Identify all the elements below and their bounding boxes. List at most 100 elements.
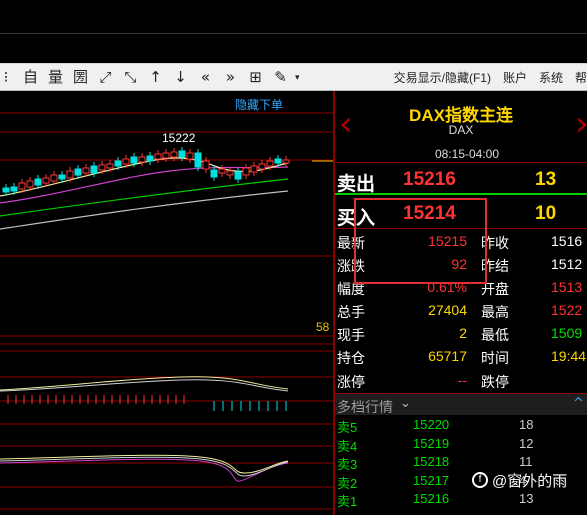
quote-header: ‹ DAX指数主连 DAX 08:15-04:00 › — [335, 91, 587, 163]
depth-title: 多档行情 — [337, 399, 393, 415]
stat-label: 总手 — [337, 304, 365, 321]
axis-level-label: 58 — [316, 320, 330, 334]
draw-dropdown-icon[interactable]: ▾ — [295, 72, 307, 83]
stat-value: 1512 — [551, 256, 583, 273]
candle-body — [258, 163, 266, 170]
candle-body — [122, 158, 130, 165]
stat-label: 跌停 — [481, 373, 509, 390]
menu-system[interactable]: 系统 — [539, 69, 563, 86]
candle-body — [138, 156, 146, 163]
layout-icon[interactable]: ⊞ — [245, 67, 266, 88]
collapse-icon[interactable]: ^ — [573, 396, 584, 411]
candle-body — [178, 150, 186, 158]
grid-tool-icon[interactable]: ⁝ — [0, 67, 12, 88]
zoom-in-icon[interactable]: ⤡ — [120, 67, 141, 88]
depth-volume: 18 — [519, 417, 534, 432]
stat-label: 最高 — [481, 304, 509, 321]
depth-label: 卖3 — [337, 457, 358, 473]
depth-label: 卖4 — [337, 438, 358, 454]
indicator-line — [0, 454, 289, 474]
candle-body — [34, 178, 42, 186]
arrow-down-icon[interactable]: ↓ — [170, 67, 191, 88]
stat-row: 现手 2 最低 1509 — [335, 323, 587, 346]
next-contract-icon[interactable]: › — [575, 107, 587, 141]
ask-label: 卖出 — [337, 174, 376, 195]
ask-row[interactable]: 卖出 15216 13 — [335, 165, 587, 195]
depth-price: 15220 — [413, 417, 450, 432]
stat-value: 27404 — [428, 302, 467, 319]
depth-label: 卖2 — [337, 475, 358, 491]
depth-price: 15219 — [413, 435, 450, 451]
depth-label: 卖5 — [337, 420, 358, 435]
depth-header[interactable]: 多档行情 ⌄ ^ — [335, 393, 587, 415]
candle-body — [82, 167, 90, 174]
arrow-up-icon[interactable]: ↑ — [145, 67, 166, 88]
watermark: f @窗外的雨 — [472, 468, 567, 492]
candle-body — [250, 165, 258, 173]
title-area — [0, 0, 587, 34]
trading-hours: 08:15-04:00 — [434, 147, 500, 161]
volume-icon[interactable]: 量 — [45, 67, 66, 88]
depth-row[interactable]: 卖5 15220 18 — [335, 416, 587, 435]
candle-body — [66, 170, 74, 179]
menu-trade-toggle[interactable]: 交易显示/隐藏(F1) — [394, 69, 491, 86]
stat-label: 时间 — [481, 350, 509, 367]
chevron-down-icon[interactable]: ⌄ — [400, 396, 411, 411]
candle-body — [130, 156, 138, 164]
menu-help[interactable]: 帮 — [575, 69, 587, 86]
depth-list: 卖5 15220 18 卖4 15219 12 卖3 15218 11 卖2 1… — [335, 416, 587, 509]
depth-row[interactable]: 卖1 15216 13 — [335, 490, 587, 509]
toolbar-menu: 交易显示/隐藏(F1) 账户 系统 帮 — [382, 64, 587, 91]
candle-body — [194, 152, 202, 168]
candle-body — [50, 174, 58, 182]
ask-price[interactable]: 15216 — [403, 169, 456, 191]
stat-row: 涨停 -- 跌停 — [335, 370, 587, 393]
high-price-label: 15222 — [162, 131, 196, 145]
stat-value: 1513 — [551, 279, 583, 296]
stat-value: 1522 — [551, 302, 583, 319]
stat-value: 1516 — [551, 233, 583, 249]
stat-value: -- — [457, 371, 467, 388]
depth-volume: 13 — [519, 491, 534, 507]
indicator-icon[interactable]: 圐 — [70, 67, 91, 88]
candle-body — [90, 165, 98, 174]
candle-body — [98, 164, 106, 171]
candle-body — [266, 160, 274, 167]
moving-average-line — [0, 157, 289, 197]
candle-body — [186, 152, 194, 160]
page-left-icon[interactable]: « — [195, 67, 216, 88]
auto-icon[interactable]: 自 — [20, 67, 41, 88]
page-right-icon[interactable]: » — [220, 67, 241, 88]
watermark-text: @窗外的雨 — [492, 472, 568, 490]
stat-value: 2 — [459, 325, 467, 342]
stat-label: 现手 — [337, 327, 365, 344]
hide-orders-link[interactable]: 隐藏下单 — [235, 96, 283, 113]
stat-row: 总手 27404 最高 1522 — [335, 300, 587, 323]
draw-icon[interactable]: ✎ — [270, 67, 291, 88]
candle-body — [10, 186, 18, 192]
candle-body — [42, 177, 50, 184]
candle-body — [18, 182, 26, 190]
trading-window: ⁝ 自 量 圐 ⤢ ⤡ ↑ ↓ « » ⊞ ✎ ▾ 交易显示/隐藏(F1) 账户… — [0, 0, 587, 515]
stat-value: 1509 — [551, 325, 583, 342]
stat-label: 最低 — [481, 327, 509, 344]
bid-volume: 10 — [535, 203, 557, 224]
depth-row[interactable]: 卖4 15219 12 — [335, 435, 587, 454]
quote-panel: ‹ DAX指数主连 DAX 08:15-04:00 › 卖出 15216 13 … — [335, 91, 587, 515]
candle-body — [154, 153, 162, 160]
candle-body — [242, 167, 250, 176]
kline-chart[interactable] — [0, 91, 333, 515]
highlight-annotation-box — [354, 198, 487, 284]
zoom-out-icon[interactable]: ⤢ — [95, 67, 116, 88]
candle-body — [218, 168, 226, 174]
depth-price: 15217 — [413, 472, 450, 488]
depth-label: 卖1 — [337, 494, 358, 510]
contract-code: DAX — [448, 123, 474, 137]
stat-label: 持仓 — [337, 350, 365, 367]
candle-body — [146, 155, 154, 162]
toolbar: ⁝ 自 量 圐 ⤢ ⤡ ↑ ↓ « » ⊞ ✎ ▾ 交易显示/隐藏(F1) 账户… — [0, 63, 587, 91]
candle-body — [2, 187, 10, 193]
menu-account[interactable]: 账户 — [503, 69, 527, 86]
depth-price: 15216 — [413, 491, 450, 507]
candle-body — [170, 151, 178, 158]
